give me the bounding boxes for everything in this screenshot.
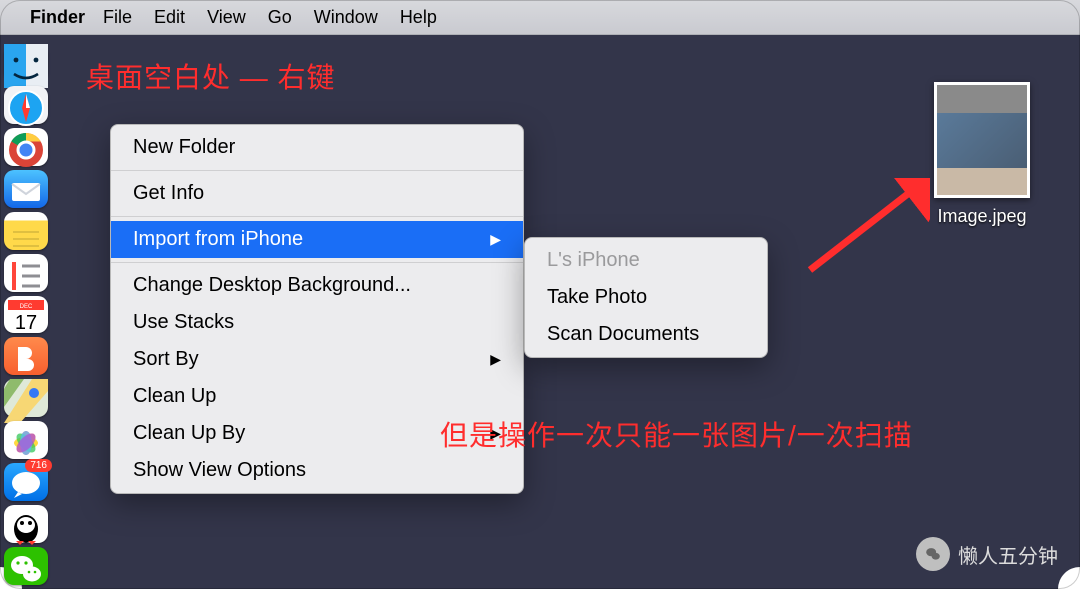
ctx-show-view-options[interactable]: Show View Options bbox=[111, 452, 523, 489]
dock-reminders[interactable] bbox=[4, 254, 48, 292]
file-name: Image.jpeg bbox=[926, 206, 1038, 227]
app-name[interactable]: Finder bbox=[30, 7, 85, 28]
annotation-arrow-icon bbox=[800, 178, 930, 278]
ctx-use-stacks[interactable]: Use Stacks bbox=[111, 304, 523, 341]
separator bbox=[111, 170, 523, 171]
menu-file[interactable]: File bbox=[103, 7, 132, 28]
dock-wechat[interactable] bbox=[4, 547, 48, 585]
menu-go[interactable]: Go bbox=[268, 7, 292, 28]
dock-chrome[interactable] bbox=[4, 128, 48, 166]
dock: DEC 17 716 bbox=[0, 42, 52, 585]
separator bbox=[111, 262, 523, 263]
file-thumbnail-icon bbox=[934, 82, 1030, 198]
dock-qq[interactable] bbox=[4, 505, 48, 543]
ctx-new-folder[interactable]: New Folder bbox=[111, 129, 523, 166]
badge: 716 bbox=[25, 459, 52, 472]
svg-text:DEC: DEC bbox=[20, 304, 33, 310]
submenu-arrow-icon: ▶ bbox=[490, 231, 501, 248]
ctx-clean-up[interactable]: Clean Up bbox=[111, 378, 523, 415]
menu-edit[interactable]: Edit bbox=[154, 7, 185, 28]
submenu-arrow-icon: ▶ bbox=[490, 351, 501, 368]
sub-take-photo[interactable]: Take Photo bbox=[525, 279, 767, 316]
context-submenu: L's iPhone Take Photo Scan Documents bbox=[524, 237, 768, 358]
annotation-text: 但是操作一次只能一张图片/一次扫描 bbox=[440, 414, 913, 454]
ctx-change-desktop-background[interactable]: Change Desktop Background... bbox=[111, 267, 523, 304]
svg-text:17: 17 bbox=[15, 312, 37, 334]
dock-mail[interactable] bbox=[4, 170, 48, 208]
menu-window[interactable]: Window bbox=[314, 7, 378, 28]
dock-safari[interactable] bbox=[4, 86, 48, 124]
watermark-text: 懒人五分钟 bbox=[958, 540, 1058, 569]
annotation-text: 桌面空白处 — 右键 bbox=[86, 56, 336, 96]
menu-view[interactable]: View bbox=[207, 7, 246, 28]
sub-scan-documents[interactable]: Scan Documents bbox=[525, 316, 767, 353]
separator bbox=[111, 216, 523, 217]
dock-reader[interactable] bbox=[4, 337, 48, 375]
dock-photos[interactable] bbox=[4, 421, 48, 459]
dock-notes[interactable] bbox=[4, 212, 48, 250]
menu-bar: Finder File Edit View Go Window Help bbox=[0, 0, 1080, 35]
sub-device-header: L's iPhone bbox=[525, 242, 767, 279]
ctx-import-from-iphone[interactable]: Import from iPhone ▶ bbox=[111, 221, 523, 258]
dock-finder[interactable] bbox=[4, 44, 48, 82]
ctx-get-info[interactable]: Get Info bbox=[111, 175, 523, 212]
watermark: 懒人五分钟 bbox=[916, 537, 1058, 571]
desktop-file[interactable]: Image.jpeg bbox=[926, 82, 1038, 227]
menu-help[interactable]: Help bbox=[400, 7, 437, 28]
ctx-sort-by[interactable]: Sort By ▶ bbox=[111, 341, 523, 378]
dock-calendar[interactable]: DEC 17 bbox=[4, 296, 48, 334]
wechat-icon bbox=[916, 537, 950, 571]
dock-messages[interactable]: 716 bbox=[4, 463, 48, 501]
dock-maps[interactable] bbox=[4, 379, 48, 417]
